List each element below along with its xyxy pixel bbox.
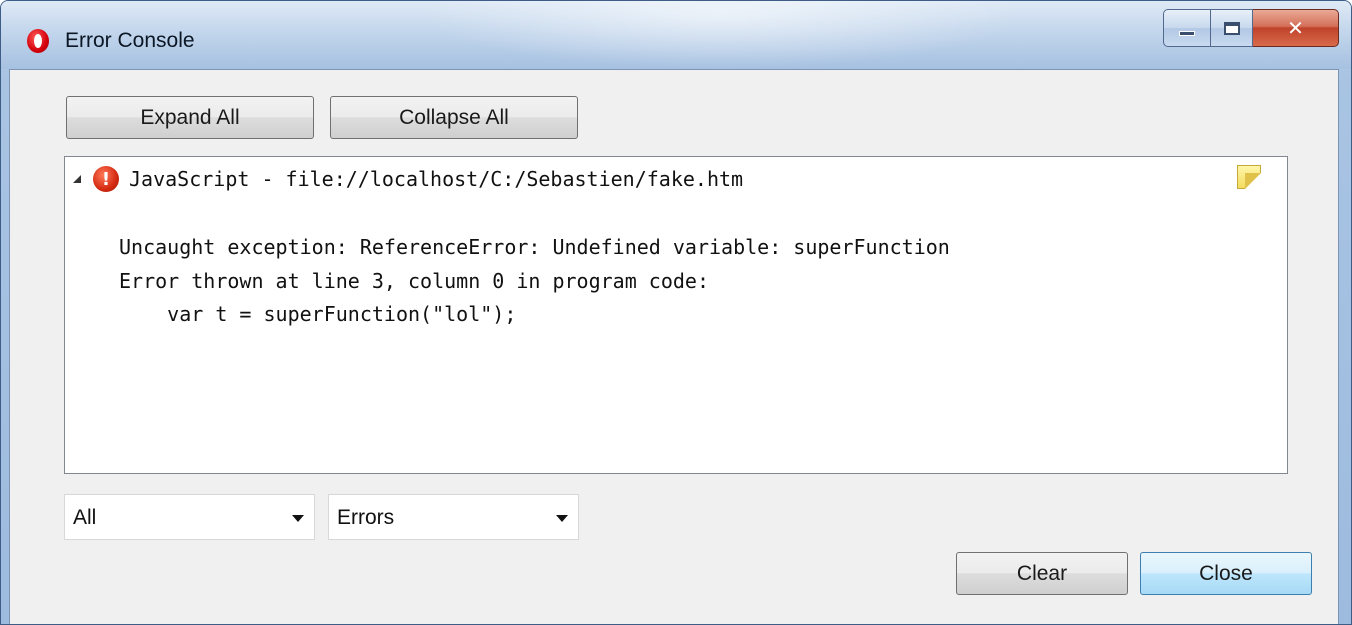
- clear-button[interactable]: Clear: [956, 552, 1128, 595]
- close-button[interactable]: Close: [1140, 552, 1312, 595]
- error-console-window: Error Console ✕ Expand All Collapse All …: [0, 0, 1352, 625]
- note-icon[interactable]: [1237, 165, 1261, 189]
- window-title: Error Console: [65, 29, 195, 52]
- chevron-down-icon: [292, 515, 304, 522]
- close-icon: ✕: [1287, 16, 1304, 40]
- source-filter-value: All: [73, 506, 97, 529]
- log-message-line: Error thrown at line 3, column 0 in prog…: [119, 269, 710, 293]
- maximize-button[interactable]: [1211, 9, 1253, 47]
- log-message-line: Uncaught exception: ReferenceError: Unde…: [119, 235, 950, 259]
- severity-filter-select[interactable]: Errors: [328, 494, 579, 540]
- maximize-icon: [1223, 21, 1240, 35]
- caption-buttons: ✕: [1163, 9, 1339, 49]
- collapse-all-button[interactable]: Collapse All: [330, 96, 578, 139]
- console-body: Expand All Collapse All ! JavaScript - f…: [9, 69, 1339, 624]
- error-log-panel[interactable]: ! JavaScript - file://localhost/C:/Sebas…: [64, 156, 1288, 474]
- source-filter-select[interactable]: All: [64, 494, 315, 540]
- severity-filter-value: Errors: [337, 506, 395, 529]
- chevron-down-icon: [556, 515, 568, 522]
- log-code-line: var t = superFunction("lol");: [119, 302, 517, 326]
- minimize-icon: [1179, 30, 1195, 36]
- log-entry-source: JavaScript - file://localhost/C:/Sebasti…: [129, 167, 744, 191]
- collapse-triangle-icon[interactable]: [73, 175, 81, 183]
- title-bar[interactable]: Error Console ✕: [1, 1, 1351, 69]
- close-window-button[interactable]: ✕: [1253, 9, 1339, 47]
- minimize-button[interactable]: [1163, 9, 1211, 47]
- opera-logo-icon: [27, 29, 49, 53]
- expand-all-button[interactable]: Expand All: [66, 96, 314, 139]
- error-icon: !: [93, 166, 119, 192]
